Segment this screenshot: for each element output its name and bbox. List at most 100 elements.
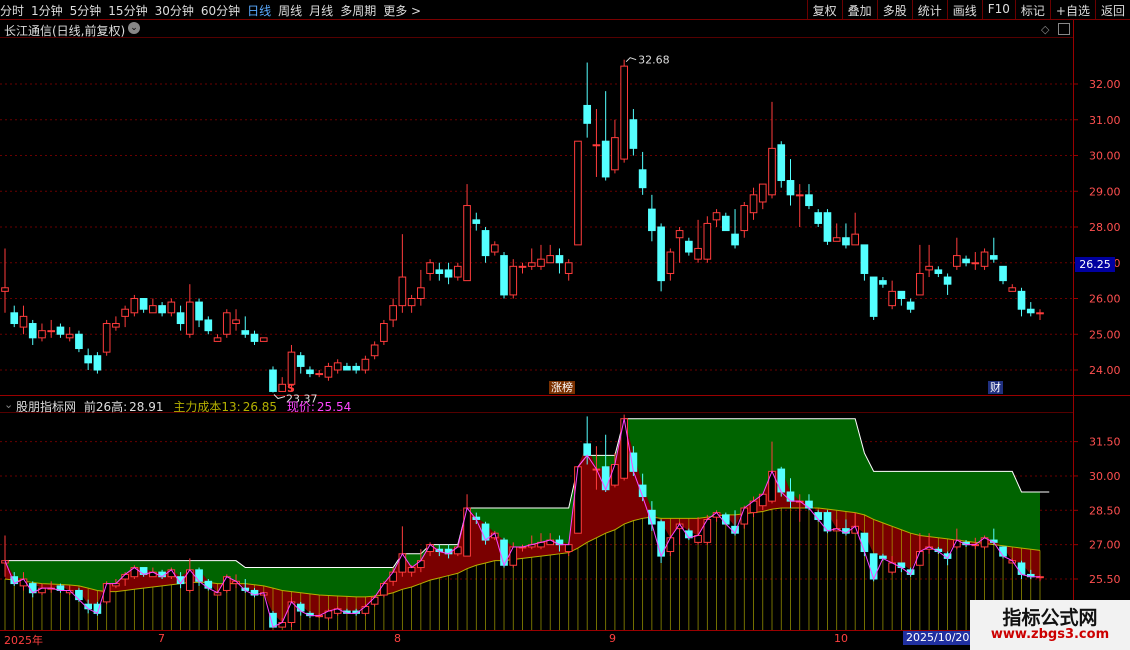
candle-body-down xyxy=(241,330,250,335)
candle-body-up xyxy=(888,290,896,307)
stock-title: 长江通信(日线,前复权) xyxy=(4,24,126,38)
candle-body-down xyxy=(657,226,665,282)
candle-body-up xyxy=(611,137,619,171)
indicator-candle-body-down xyxy=(204,580,213,589)
diamond-icon[interactable]: ◇ xyxy=(1041,23,1049,36)
candle-body-down xyxy=(1017,290,1026,310)
candle-body-up xyxy=(574,140,582,246)
candle-body-up xyxy=(333,362,342,371)
window-toggle-icon[interactable] xyxy=(1058,23,1070,35)
sell-marker: S xyxy=(287,382,295,395)
candle-body-down xyxy=(583,104,592,124)
price-axis-label: 26.00 xyxy=(1089,293,1121,306)
indicator-candle-body-up xyxy=(361,605,370,614)
price-axis-label: 25.00 xyxy=(1089,328,1121,341)
indicator-candle-body-down xyxy=(860,532,869,553)
indicator-name: 股朋指标网 xyxy=(16,400,77,414)
candle-body-down xyxy=(777,144,786,182)
indicator-candle-body-up xyxy=(611,464,619,486)
candle-body-up xyxy=(287,351,296,385)
candle-body-up xyxy=(509,265,518,296)
candle-body-down xyxy=(250,333,259,342)
indicator-candle-body-down xyxy=(296,603,305,612)
candle-body-up xyxy=(749,194,758,214)
candle-body-up xyxy=(370,344,379,357)
candle-body-up xyxy=(19,315,28,328)
indicator-candle-body-down xyxy=(786,491,795,502)
current-price-badge: 26.25 xyxy=(1075,257,1115,272)
candle-body-up xyxy=(592,144,601,147)
candle-body-down xyxy=(685,240,693,253)
price-axis-label: 24.00 xyxy=(1089,364,1121,377)
candle-body-down xyxy=(721,215,730,232)
candle-body-up xyxy=(953,255,961,267)
candle-body-down xyxy=(176,312,185,325)
candle-body-up xyxy=(527,262,536,267)
candle-body-up xyxy=(278,383,287,392)
candle-body-down xyxy=(805,194,813,207)
candle-body-up xyxy=(389,305,397,321)
candle-body-up xyxy=(694,247,702,260)
indicator-candle-body-up xyxy=(463,507,471,557)
prev-high-label: 前26高: xyxy=(83,400,128,414)
indicator-candle-body-down xyxy=(999,546,1007,557)
candle-body-down xyxy=(731,233,739,246)
candle-body-up xyxy=(768,147,776,196)
candle-body-down xyxy=(879,280,887,285)
chart-area[interactable]: 32.6823.37 32.0031.0030.0029.0028.0027.0… xyxy=(0,0,1130,650)
indicator-candle-body-up xyxy=(389,571,397,582)
candle-body-down xyxy=(500,255,508,296)
candle-body-down xyxy=(934,269,943,274)
candle-body-down xyxy=(638,169,647,189)
price-axis-label: 31.00 xyxy=(1089,114,1121,127)
candle-body-down xyxy=(306,369,314,375)
candle-body-down xyxy=(444,269,453,278)
candle-body-up xyxy=(232,319,240,325)
candle-body-up xyxy=(315,373,324,376)
indicator-candle-body-up xyxy=(287,601,296,624)
date-label: 9 xyxy=(609,632,616,645)
candle-body-up xyxy=(1036,312,1044,315)
indicator-candle-body-up xyxy=(222,576,231,591)
candle-body-up xyxy=(463,205,471,282)
indicator-candle-body-down xyxy=(777,468,786,493)
candle-body-up xyxy=(925,265,933,271)
tag-finance[interactable]: 财 xyxy=(988,381,1003,394)
candle-body-down xyxy=(204,319,213,332)
candle-body-up xyxy=(417,287,425,299)
candle-body-up xyxy=(758,183,767,203)
cost-value: 26.85 xyxy=(242,400,278,414)
candle-body-down xyxy=(75,333,83,350)
candle-body-down xyxy=(989,255,998,260)
candle-body-up xyxy=(675,230,684,239)
candle-body-up xyxy=(167,301,176,314)
indicator-candle-body-down xyxy=(1017,562,1026,575)
candle-body-down xyxy=(842,237,850,246)
chevron-down-icon[interactable]: ⌄ xyxy=(128,22,140,34)
candle-body-down xyxy=(56,326,65,335)
candle-body-down xyxy=(786,180,795,196)
candle-body-up xyxy=(112,323,120,328)
candle-body-up xyxy=(916,272,924,296)
candle-body-down xyxy=(648,208,656,232)
tag-zhangbang[interactable]: 涨榜 xyxy=(549,381,575,394)
candle-body-up xyxy=(666,251,675,274)
indicator-menu-icon[interactable]: ⌄ xyxy=(4,398,13,411)
cursor-date-badge: 2025/10/20 xyxy=(903,631,973,645)
indicator-candle-body-down xyxy=(721,514,730,525)
candle-body-down xyxy=(555,255,564,264)
indicator-axis-label: 28.50 xyxy=(1089,504,1121,517)
indicator-candle-body-up xyxy=(574,466,582,534)
candle-body-up xyxy=(149,305,157,314)
indicator-candle-body-up xyxy=(620,418,628,479)
indicator-axis-label: 31.50 xyxy=(1089,436,1121,449)
candle-body-up xyxy=(620,65,628,160)
indicator-axis-label: 27.00 xyxy=(1089,539,1121,552)
price-value: 25.54 xyxy=(316,400,352,414)
indicator-legend: 股朋指标网 前26高: 28.91 主力成本13: 26.85 现价: 25.54 xyxy=(16,398,351,415)
date-label: 2025年 xyxy=(4,634,43,647)
indicator-candle-body-up xyxy=(740,507,749,525)
indicator-axis-label: 25.50 xyxy=(1089,573,1121,586)
indicator-candle-body-down xyxy=(195,569,203,582)
candle-body-up xyxy=(426,262,434,274)
